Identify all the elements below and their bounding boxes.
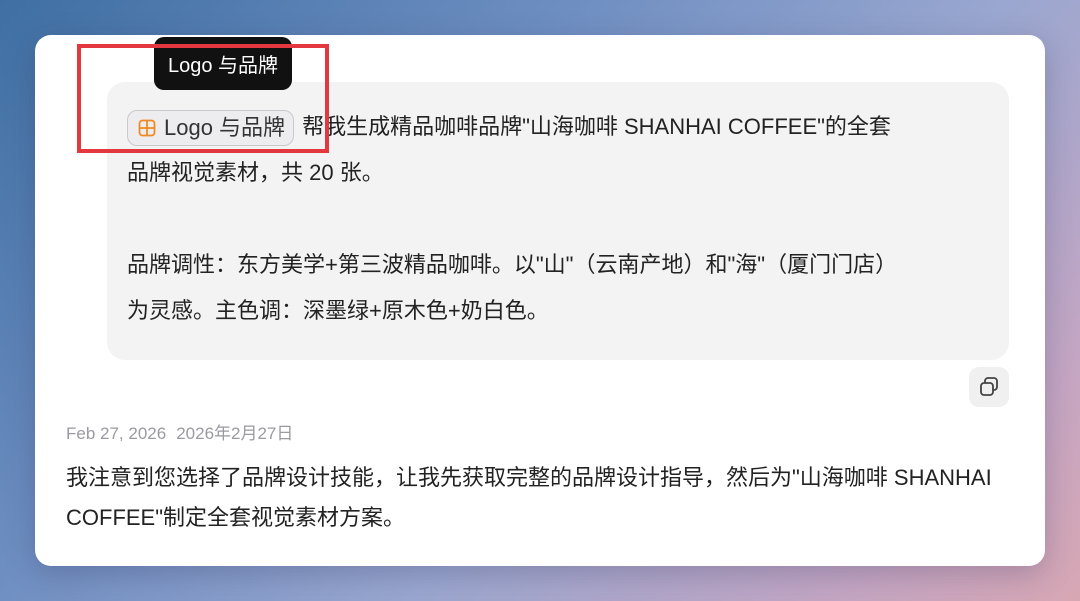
skill-chip-label: Logo 与品牌 bbox=[164, 115, 286, 141]
user-message-line: Logo 与品牌 帮我生成精品咖啡品牌"山海咖啡 SHANHAI COFFEE"的… bbox=[127, 104, 987, 150]
user-message-line-1: 帮我生成精品咖啡品牌"山海咖啡 SHANHAI COFFEE"的全套 bbox=[302, 114, 891, 139]
chat-window: Logo 与品牌 帮我生成精品咖啡品牌"山海咖啡 SHANHAI COFFEE"的… bbox=[35, 35, 1045, 566]
user-message-text: Logo 与品牌 帮我生成精品咖啡品牌"山海咖啡 SHANHAI COFFEE"的… bbox=[127, 104, 987, 334]
user-message-line-4: 为灵感。主色调：深墨绿+原木色+奶白色。 bbox=[127, 298, 549, 323]
skill-chip[interactable]: Logo 与品牌 bbox=[127, 110, 295, 147]
layout-grid-icon bbox=[138, 119, 156, 137]
user-message-bubble: Logo 与品牌 帮我生成精品咖啡品牌"山海咖啡 SHANHAI COFFEE"的… bbox=[107, 82, 1009, 360]
copy-icon bbox=[980, 377, 998, 396]
tooltip: Logo 与品牌 bbox=[154, 37, 293, 90]
timestamp-english: Feb 27, 2026 bbox=[66, 424, 167, 443]
assistant-message-text: 我注意到您选择了品牌设计技能，让我先获取完整的品牌设计指导，然后为"山海咖啡 S… bbox=[66, 465, 992, 530]
message-timestamp: Feb 27, 2026 2026年2月27日 bbox=[66, 419, 293, 444]
user-message-line-3: 品牌调性：东方美学+第三波精品咖啡。以"山"（云南产地）和"海"（厦门门店） bbox=[127, 252, 898, 277]
copy-button[interactable] bbox=[969, 367, 1009, 407]
timestamp-chinese: 2026年2月27日 bbox=[176, 424, 294, 443]
user-message-line-2: 品牌视觉素材，共 20 张。 bbox=[127, 160, 384, 185]
